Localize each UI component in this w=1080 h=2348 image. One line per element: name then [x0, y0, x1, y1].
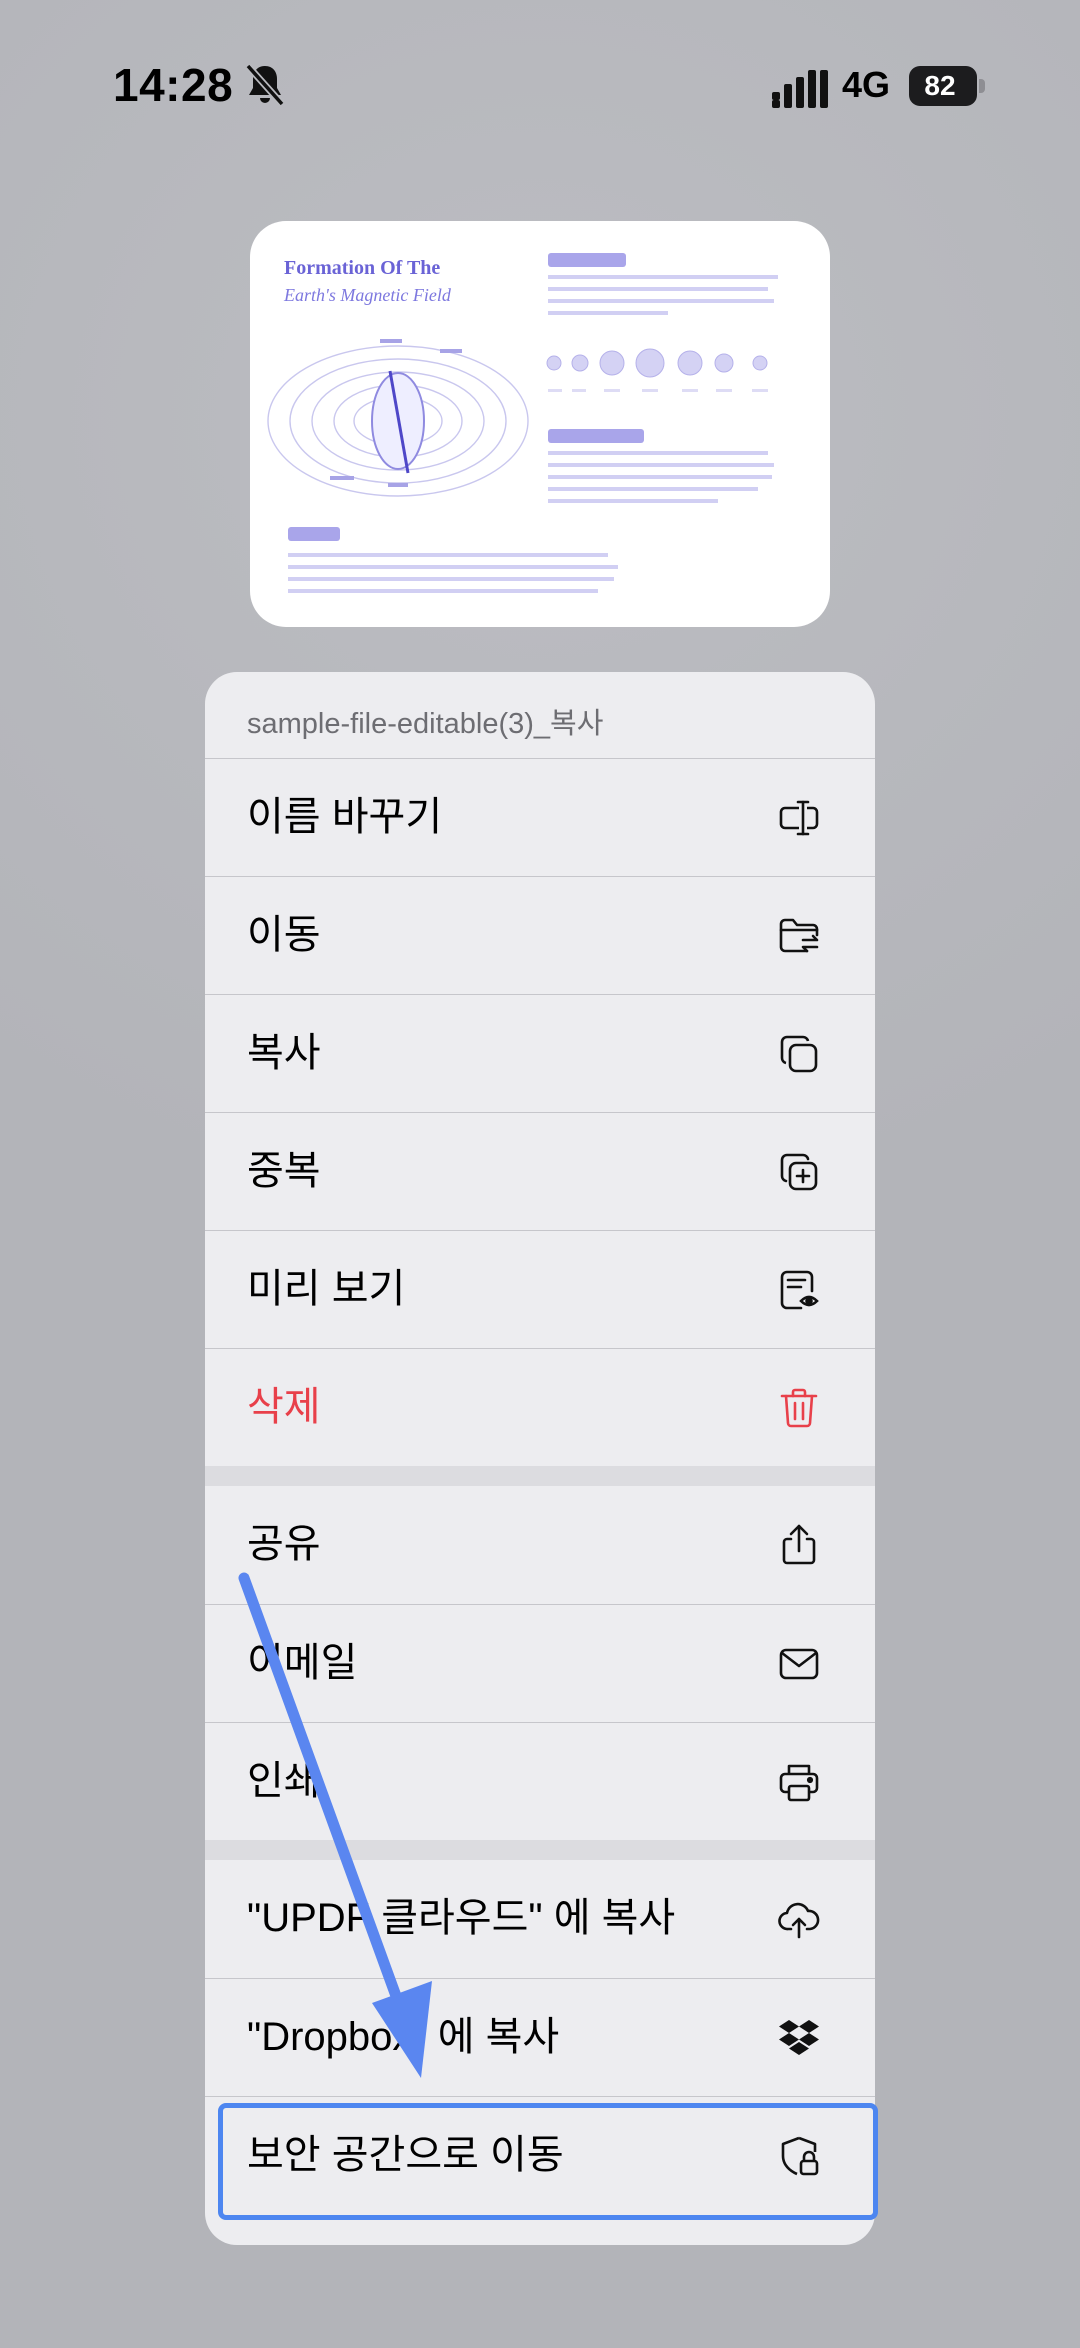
file-name: sample-file-editable(3)_복사	[247, 708, 604, 740]
menu-item-label: 이동	[247, 913, 321, 957]
menu-item-preview[interactable]: 미리 보기	[205, 1230, 875, 1348]
menu-item-duplicate[interactable]: 중복	[205, 1112, 875, 1230]
menu-item-label: 공유	[247, 1522, 321, 1566]
menu-section-divider	[205, 1466, 875, 1486]
menu-header: sample-file-editable(3)_복사	[205, 672, 875, 758]
menu-item-email[interactable]: 이메일	[205, 1604, 875, 1722]
trash-icon	[780, 1388, 818, 1428]
menu-item-label: 복사	[247, 1031, 321, 1075]
menu-section-divider	[205, 1840, 875, 1860]
rename-icon	[779, 798, 819, 838]
battery-indicator: 82	[909, 66, 985, 106]
menu-item-label: 중복	[247, 1149, 321, 1193]
signal-icon	[772, 70, 828, 108]
print-icon	[779, 1764, 819, 1802]
preview-icon	[780, 1270, 819, 1310]
menu-item-label: "Dropbox" 에 복사	[247, 2015, 560, 2059]
menu-item-delete[interactable]: 삭제	[205, 1348, 875, 1466]
battery-level: 82	[924, 70, 956, 101]
dropbox-icon	[779, 2020, 819, 2055]
mail-icon	[779, 1648, 819, 1680]
share-icon	[782, 1524, 816, 1565]
context-menu: sample-file-editable(3)_복사 이름 바꾸기 이동 복사 …	[205, 672, 875, 2245]
menu-item-copy[interactable]: 복사	[205, 994, 875, 1112]
menu-item-copy-to-dropbox[interactable]: "Dropbox" 에 복사	[205, 1978, 875, 2096]
bell-muted-icon	[245, 63, 285, 107]
status-time: 14:28	[113, 59, 234, 111]
preview-subtitle: Earth's Magnetic Field	[284, 285, 451, 305]
duplicate-icon	[780, 1153, 818, 1191]
preview-artwork	[267, 253, 778, 593]
document-preview[interactable]: Formation Of The Earth's Magnetic Field	[250, 221, 830, 627]
menu-item-label: 삭제	[247, 1385, 321, 1429]
menu-item-print[interactable]: 인쇄	[205, 1722, 875, 1840]
menu-item-rename[interactable]: 이름 바꾸기	[205, 758, 875, 876]
cloud-upload-icon	[778, 1902, 820, 1939]
highlight-box	[218, 2103, 878, 2220]
menu-item-label: 미리 보기	[247, 1267, 406, 1311]
menu-item-label: 이메일	[247, 1641, 358, 1685]
copy-icon	[780, 1035, 818, 1073]
menu-item-label: 인쇄	[247, 1759, 321, 1803]
menu-item-move[interactable]: 이동	[205, 876, 875, 994]
menu-item-copy-to-updf-cloud[interactable]: "UPDF 클라우드" 에 복사	[205, 1860, 875, 1978]
status-bar: 14:28 4G 82	[0, 0, 1080, 150]
menu-item-label: "UPDF 클라우드" 에 복사	[247, 1896, 676, 1940]
preview-title: Formation Of The	[284, 257, 441, 279]
folder-move-icon	[779, 918, 819, 953]
menu-item-share[interactable]: 공유	[205, 1486, 875, 1604]
network-type: 4G	[842, 64, 891, 105]
menu-item-label: 이름 바꾸기	[247, 795, 443, 839]
